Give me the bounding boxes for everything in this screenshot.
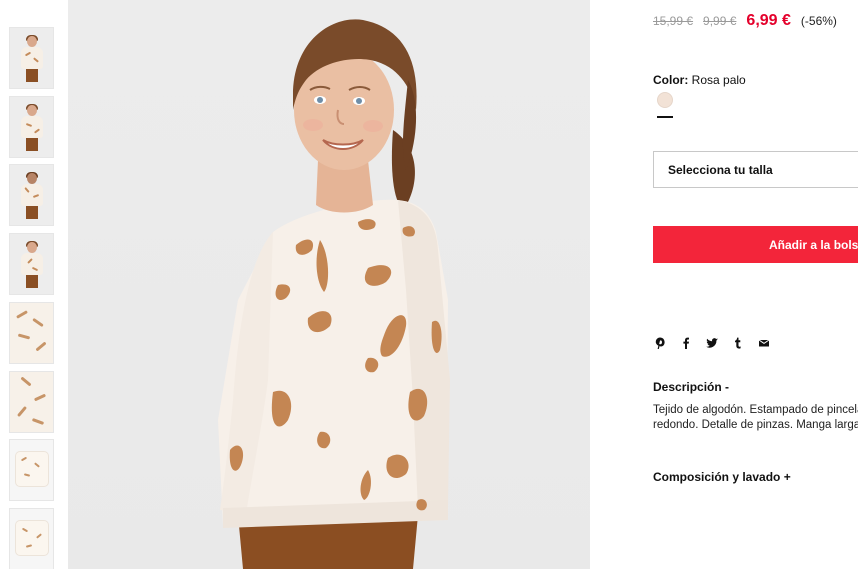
description-line-1: Tejido de algodón. Estampado de pincelad…	[653, 404, 858, 416]
thumbnail-5[interactable]	[9, 302, 54, 364]
thumbnail-6[interactable]	[9, 371, 54, 433]
thumbnail-model-figure	[19, 172, 45, 219]
main-product-image[interactable]	[68, 0, 590, 569]
thumbnail-model-figure	[19, 104, 45, 151]
price-row: 15,99 € 9,99 € 6,99 € (-56%)	[653, 12, 837, 30]
product-info-panel: 15,99 € 9,99 € 6,99 € (-56%) Color: Rosa…	[590, 0, 858, 569]
thumbnail-7[interactable]	[9, 439, 54, 501]
previous-price: 9,99 €	[703, 14, 737, 28]
color-label: Color: Rosa palo	[653, 73, 746, 87]
thumbnail-8[interactable]	[9, 508, 54, 569]
size-select-label: Selecciona tu talla	[668, 162, 773, 177]
thumbnail-4[interactable]	[9, 233, 54, 295]
twitter-icon[interactable]	[705, 336, 719, 350]
description-text: Tejido de algodón. Estampado de pincelad…	[653, 403, 858, 433]
description-line-2: redondo. Detalle de pinzas. Manga larga.	[653, 419, 858, 431]
facebook-icon[interactable]	[679, 336, 693, 350]
social-share-bar	[653, 336, 783, 350]
color-swatch-rosa-palo[interactable]	[657, 92, 673, 108]
product-photo-illustration	[218, 19, 450, 569]
thumbnail-3[interactable]	[9, 164, 54, 226]
add-to-bag-label: Añadir a la bolsa	[769, 237, 858, 252]
sale-price: 6,99 €	[746, 12, 791, 29]
selected-swatch-indicator	[657, 116, 673, 118]
thumbnail-1[interactable]	[9, 27, 54, 89]
pinterest-icon[interactable]	[653, 336, 667, 350]
thumbnail-model-figure	[19, 35, 45, 82]
thumbnail-model-figure	[19, 241, 45, 288]
size-select-dropdown[interactable]: Selecciona tu talla	[653, 151, 858, 188]
discount-badge: (-56%)	[800, 14, 837, 28]
tumblr-icon[interactable]	[731, 336, 745, 350]
add-to-bag-button[interactable]: Añadir a la bolsa	[653, 226, 858, 263]
description-toggle[interactable]: Descripción -	[653, 380, 729, 394]
product-page: 15,99 € 9,99 € 6,99 € (-56%) Color: Rosa…	[0, 0, 858, 569]
color-value: Rosa palo	[691, 73, 746, 87]
thumbnail-2[interactable]	[9, 96, 54, 158]
mail-icon[interactable]	[757, 336, 771, 350]
original-price: 15,99 €	[653, 14, 694, 28]
thumbnail-column	[0, 0, 68, 569]
composition-toggle[interactable]: Composición y lavado +	[653, 470, 791, 484]
color-label-title: Color:	[653, 73, 689, 87]
